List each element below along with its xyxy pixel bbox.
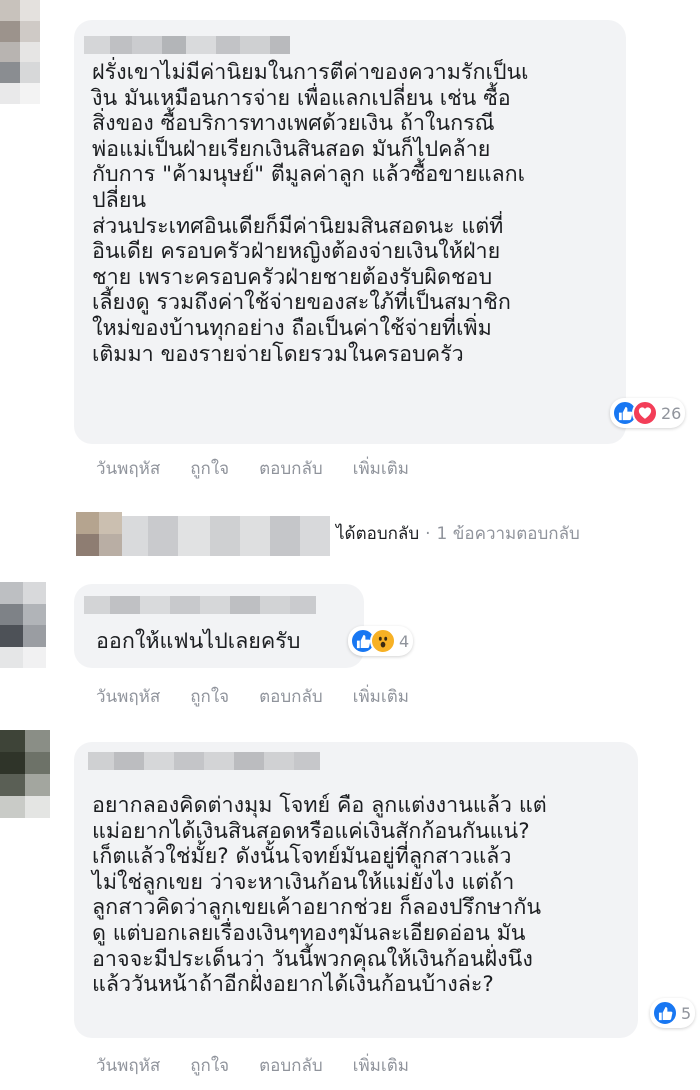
reply-count-link[interactable]: 1 ข้อความตอบกลับ bbox=[437, 520, 580, 547]
wow-face-icon bbox=[370, 628, 396, 654]
comment-text: อยากลองคิดต่างมุม โจทย์ คือ ลูกแต่งงานแล… bbox=[92, 793, 547, 998]
commenter-name[interactable] bbox=[84, 596, 316, 614]
comment-actions: วันพฤหัส ถูกใจ ตอบกลับ เพิ่มเติม bbox=[96, 1052, 409, 1079]
replies-summary[interactable]: ได้ตอบกลับ · 1 ข้อความตอบกลับ bbox=[336, 520, 580, 547]
reaction-count: 5 bbox=[681, 1003, 692, 1023]
more-link[interactable]: เพิ่มเติม bbox=[353, 455, 409, 482]
like-link[interactable]: ถูกใจ bbox=[190, 455, 229, 482]
reaction-summary[interactable]: 5 bbox=[650, 998, 696, 1028]
more-link[interactable]: เพิ่มเติม bbox=[353, 1052, 409, 1079]
comment-text: ออกให้แฟนไปเลยครับ bbox=[96, 629, 301, 654]
like-link[interactable]: ถูกใจ bbox=[190, 683, 229, 710]
commenter-name[interactable] bbox=[88, 752, 320, 770]
comment-text: ฝรั่งเขาไม่มีค่านิยมในการตีค่าของความรัก… bbox=[92, 60, 529, 367]
reply-link[interactable]: ตอบกลับ bbox=[259, 455, 323, 482]
reaction-count: 4 bbox=[399, 631, 410, 651]
timestamp-link[interactable]: วันพฤหัส bbox=[96, 455, 160, 482]
replied-label: ได้ตอบกลับ bbox=[336, 524, 420, 544]
avatar[interactable] bbox=[0, 0, 40, 104]
reaction-summary[interactable]: 4 bbox=[348, 626, 414, 656]
avatar[interactable] bbox=[0, 582, 46, 668]
reaction-count: 26 bbox=[661, 403, 682, 423]
thumbs-up-icon bbox=[652, 1000, 678, 1026]
commenter-name[interactable] bbox=[84, 36, 290, 54]
reaction-summary[interactable]: 26 bbox=[610, 398, 686, 428]
heart-icon bbox=[632, 400, 658, 426]
timestamp-link[interactable]: วันพฤหัส bbox=[96, 683, 160, 710]
reply-link[interactable]: ตอบกลับ bbox=[259, 683, 323, 710]
reply-avatar[interactable] bbox=[76, 512, 122, 556]
avatar[interactable] bbox=[0, 730, 50, 818]
comment-actions: วันพฤหัส ถูกใจ ตอบกลับ เพิ่มเติม bbox=[96, 455, 409, 482]
timestamp-link[interactable]: วันพฤหัส bbox=[96, 1052, 160, 1079]
like-link[interactable]: ถูกใจ bbox=[190, 1052, 229, 1079]
reply-link[interactable]: ตอบกลับ bbox=[259, 1052, 323, 1079]
separator: · bbox=[425, 523, 431, 544]
more-link[interactable]: เพิ่มเติม bbox=[353, 683, 409, 710]
reply-author-name[interactable] bbox=[122, 516, 330, 556]
comment-actions: วันพฤหัส ถูกใจ ตอบกลับ เพิ่มเติม bbox=[96, 683, 409, 710]
